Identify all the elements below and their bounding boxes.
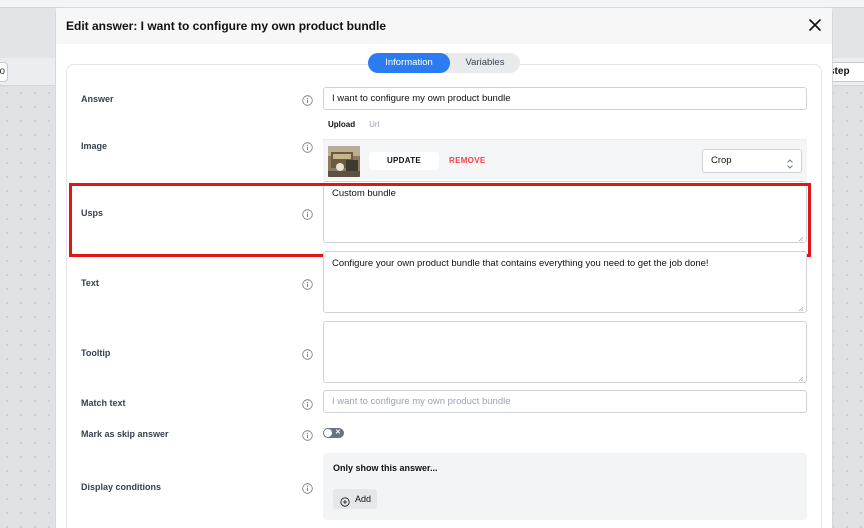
chevron-updown-icon bbox=[786, 156, 794, 169]
background-left-button[interactable]: o bbox=[0, 62, 8, 82]
info-icon[interactable] bbox=[302, 481, 313, 494]
usps-value: Custom bundle bbox=[332, 188, 396, 199]
tab-switcher: Information Variables bbox=[368, 53, 520, 73]
close-icon[interactable] bbox=[808, 18, 822, 32]
info-icon[interactable] bbox=[302, 397, 313, 410]
info-icon[interactable] bbox=[302, 277, 313, 290]
resize-grip-icon[interactable] bbox=[798, 304, 804, 312]
display-conditions-panel: Only show this answer... Add bbox=[323, 453, 807, 520]
tab-url[interactable]: Url bbox=[369, 120, 379, 129]
tooltip-label: Tooltip bbox=[81, 348, 111, 358]
background-nav-bar bbox=[0, 0, 864, 8]
modal-title: Edit answer: I want to configure my own … bbox=[66, 19, 387, 33]
add-condition-label: Add bbox=[355, 494, 372, 504]
text-textarea[interactable]: Configure your own product bundle that c… bbox=[323, 251, 807, 313]
resize-grip-icon[interactable] bbox=[798, 234, 804, 242]
info-icon[interactable] bbox=[302, 140, 313, 153]
add-condition-button[interactable]: Add bbox=[333, 489, 377, 509]
tab-information[interactable]: Information bbox=[368, 53, 450, 73]
usps-textarea[interactable]: Custom bundle bbox=[323, 181, 807, 243]
tab-upload[interactable]: Upload bbox=[328, 120, 355, 129]
toggle-knob bbox=[324, 429, 332, 437]
answer-input[interactable]: I want to configure my own product bundl… bbox=[323, 87, 807, 110]
image-thumbnail bbox=[328, 146, 360, 177]
skip-answer-label: Mark as skip answer bbox=[81, 429, 169, 439]
info-icon[interactable] bbox=[302, 207, 313, 220]
skip-answer-toggle[interactable]: ✕ bbox=[323, 428, 344, 438]
answer-label: Answer bbox=[81, 94, 114, 104]
conditions-title: Only show this answer... bbox=[333, 463, 438, 473]
image-label: Image bbox=[81, 141, 108, 151]
image-source-tabs: Upload Url bbox=[328, 120, 379, 129]
usps-label: Usps bbox=[81, 208, 104, 218]
text-value: Configure your own product bundle that c… bbox=[332, 258, 709, 269]
resize-grip-icon[interactable] bbox=[798, 374, 804, 382]
close-icon: ✕ bbox=[335, 429, 341, 436]
crop-select-value: Crop bbox=[711, 155, 732, 166]
info-icon[interactable] bbox=[302, 93, 313, 106]
tooltip-textarea[interactable] bbox=[323, 321, 807, 383]
display-conditions-label: Display conditions bbox=[81, 482, 162, 492]
match-text-label: Match text bbox=[81, 398, 126, 408]
modal-header: Edit answer: I want to configure my own … bbox=[56, 8, 832, 44]
info-icon[interactable] bbox=[302, 428, 313, 441]
remove-image-button[interactable]: REMOVE bbox=[449, 152, 485, 170]
match-text-input[interactable]: I want to configure my own product bundl… bbox=[323, 390, 807, 413]
edit-answer-modal: Edit answer: I want to configure my own … bbox=[56, 8, 832, 528]
text-label: Text bbox=[81, 278, 99, 288]
update-image-button[interactable]: UPDATE bbox=[369, 152, 439, 170]
plus-circle-icon bbox=[340, 494, 350, 507]
info-icon[interactable] bbox=[302, 347, 313, 360]
tab-variables[interactable]: Variables bbox=[450, 53, 520, 73]
crop-select[interactable]: Crop bbox=[702, 149, 802, 173]
